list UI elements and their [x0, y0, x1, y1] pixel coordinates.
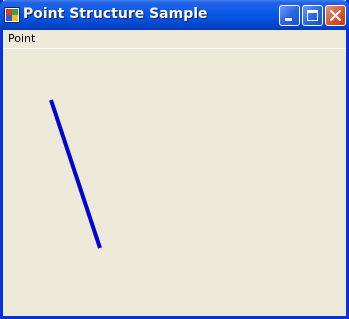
maximize-icon — [307, 10, 318, 21]
minimize-icon — [285, 18, 292, 21]
maximize-button[interactable] — [302, 5, 323, 26]
minimize-button[interactable] — [279, 5, 300, 26]
menu-bar: Point — [3, 30, 346, 48]
app-icon[interactable] — [4, 7, 20, 23]
app-window: Point Structure Sample Point — [0, 0, 349, 319]
drawn-line — [49, 99, 102, 249]
close-icon — [329, 9, 342, 22]
window-title: Point Structure Sample — [23, 6, 208, 22]
drawing-canvas[interactable] — [3, 49, 346, 316]
menu-item-point[interactable]: Point — [6, 32, 37, 46]
close-button[interactable] — [325, 5, 346, 26]
title-bar[interactable]: Point Structure Sample — [0, 0, 349, 30]
